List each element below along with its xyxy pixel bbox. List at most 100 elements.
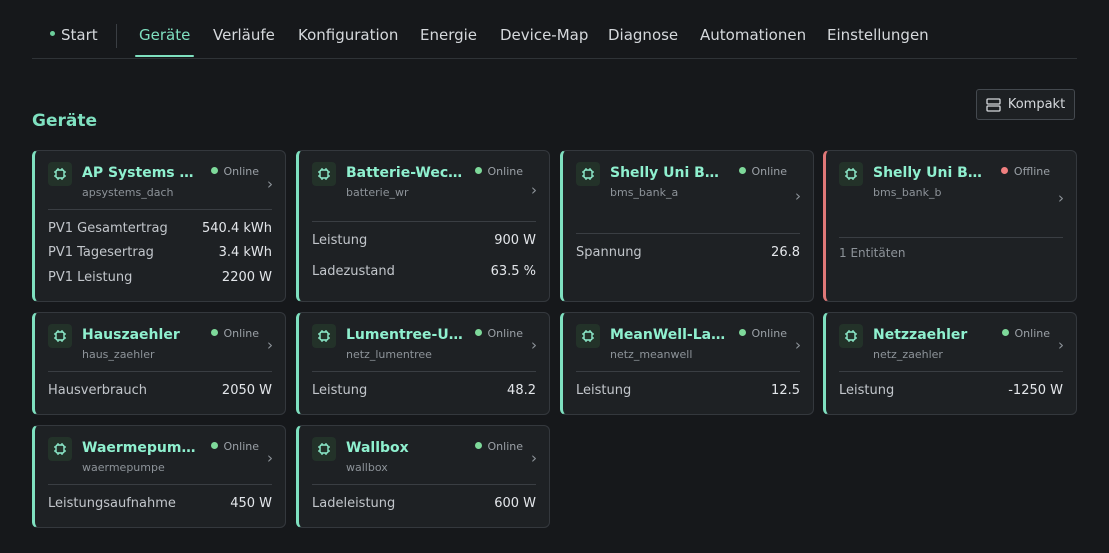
- chevron-right-icon[interactable]: ›: [267, 449, 273, 467]
- entity-row: Leistungsaufnahme 450 W: [48, 496, 272, 511]
- entity-label: Ladeleistung: [312, 496, 396, 511]
- entity-label: Hausverbrauch: [48, 383, 147, 398]
- status-badge: Offline: [1000, 165, 1050, 178]
- device-name: Lumentree-U...: [346, 327, 464, 343]
- device-id: bms_bank_a: [610, 186, 679, 199]
- status-label: Online: [487, 440, 523, 453]
- nav-item-energie[interactable]: Energie: [420, 26, 477, 44]
- device-card[interactable]: AP Systems EZ... apsystems_dach Online ›…: [32, 150, 286, 302]
- entity-row: Leistung 12.5: [576, 383, 800, 398]
- entity-row: Ladeleistung 600 W: [312, 496, 536, 511]
- compact-button-label: Kompakt: [1007, 97, 1066, 112]
- chevron-right-icon[interactable]: ›: [531, 449, 537, 467]
- chip-icon: [576, 324, 600, 348]
- entity-value: -1250 W: [1008, 383, 1063, 398]
- chevron-right-icon[interactable]: ›: [531, 181, 537, 199]
- nav-item-device-map[interactable]: Device-Map: [500, 26, 588, 44]
- nav-item-einstellungen[interactable]: Einstellungen: [827, 26, 929, 44]
- entity-row: Leistung 48.2: [312, 383, 536, 398]
- chip-icon: [576, 162, 600, 186]
- device-card[interactable]: Shelly Uni Ban... bms_bank_a Online › Sp…: [560, 150, 814, 302]
- status-label: Online: [223, 327, 259, 340]
- entity-value: 2200 W: [221, 270, 272, 285]
- card-divider: [48, 371, 272, 372]
- chip-icon: [312, 324, 336, 348]
- device-card[interactable]: Waermepumpe waermepumpe Online › Leistun…: [32, 425, 286, 528]
- device-card[interactable]: Lumentree-U... netz_lumentree Online › L…: [296, 312, 550, 415]
- device-card[interactable]: Shelly Uni Ban... bms_bank_b Offline › 1…: [823, 150, 1077, 302]
- nav-item-start[interactable]: Start: [50, 26, 98, 44]
- chip-icon: [312, 437, 336, 461]
- chevron-right-icon[interactable]: ›: [1058, 336, 1064, 354]
- device-card[interactable]: Netzzaehler netz_zaehler Online › Leistu…: [823, 312, 1077, 415]
- device-id: netz_meanwell: [610, 348, 693, 361]
- entity-row: PV1 Leistung 2200 W: [48, 270, 272, 285]
- status-dot-icon: [210, 442, 218, 449]
- device-id: wallbox: [346, 461, 388, 474]
- entity-value: 3.4 kWh: [218, 245, 272, 260]
- entity-row: Hausverbrauch 2050 W: [48, 383, 272, 398]
- card-divider: [839, 371, 1063, 372]
- device-card[interactable]: Batterie-Wech... batterie_wr Online › Le…: [296, 150, 550, 302]
- status-dot-icon: [474, 329, 482, 336]
- device-name: Hauszaehler: [82, 327, 180, 343]
- status-label: Offline: [1013, 165, 1050, 178]
- device-name: Batterie-Wech...: [346, 165, 464, 181]
- status-label: Online: [1014, 327, 1050, 340]
- device-card[interactable]: Wallbox wallbox Online › Ladeleistung 600…: [296, 425, 550, 528]
- entity-row: Leistung -1250 W: [839, 383, 1063, 398]
- chip-icon: [839, 324, 863, 348]
- status-dot-icon: [738, 167, 746, 174]
- status-badge: Online: [738, 327, 787, 340]
- chevron-right-icon[interactable]: ›: [531, 336, 537, 354]
- card-divider: [48, 209, 272, 210]
- chip-icon: [48, 162, 72, 186]
- page-title: Geräte: [32, 111, 97, 131]
- compact-toggle-button[interactable]: Kompakt: [976, 89, 1075, 120]
- card-divider: [312, 371, 536, 372]
- nav-item-diagnose[interactable]: Diagnose: [608, 26, 678, 44]
- status-label: Online: [751, 165, 787, 178]
- device-id: waermepumpe: [82, 461, 165, 474]
- entity-label: Spannung: [576, 245, 642, 260]
- device-name: Waermepumpe: [82, 440, 200, 456]
- device-id: bms_bank_b: [873, 186, 942, 199]
- entity-value: 600 W: [494, 496, 536, 511]
- chip-icon: [48, 437, 72, 461]
- device-card[interactable]: MeanWell-Lad... netz_meanwell Online › L…: [560, 312, 814, 415]
- chevron-right-icon[interactable]: ›: [267, 175, 273, 193]
- entity-value: 900 W: [494, 233, 536, 248]
- card-divider: [312, 221, 536, 222]
- chevron-right-icon[interactable]: ›: [1058, 189, 1064, 207]
- status-badge: Online: [738, 165, 787, 178]
- card-divider: [312, 484, 536, 485]
- device-id: apsystems_dach: [82, 186, 174, 199]
- device-id: haus_zaehler: [82, 348, 155, 361]
- card-divider: [576, 371, 800, 372]
- chevron-right-icon[interactable]: ›: [795, 336, 801, 354]
- entity-value: 26.8: [771, 245, 800, 260]
- status-badge: Online: [210, 165, 259, 178]
- status-badge: Online: [1001, 327, 1050, 340]
- entity-label: Leistungsaufnahme: [48, 496, 176, 511]
- device-card[interactable]: Hauszaehler haus_zaehler Online › Hausve…: [32, 312, 286, 415]
- entity-value: 48.2: [507, 383, 536, 398]
- device-id: netz_lumentree: [346, 348, 432, 361]
- entity-row: Leistung 900 W: [312, 233, 536, 248]
- card-divider: [839, 237, 1063, 238]
- chevron-right-icon[interactable]: ›: [267, 336, 273, 354]
- nav-item-verlaeufe[interactable]: Verläufe: [213, 26, 275, 44]
- nav-item-konfiguration[interactable]: Konfiguration: [298, 26, 398, 44]
- chip-icon: [48, 324, 72, 348]
- status-label: Online: [223, 165, 259, 178]
- nav-item-automationen[interactable]: Automationen: [700, 26, 806, 44]
- entity-label: Leistung: [839, 383, 895, 398]
- entity-value: 450 W: [230, 496, 272, 511]
- device-name: Wallbox: [346, 440, 409, 456]
- chevron-right-icon[interactable]: ›: [795, 187, 801, 205]
- device-name: AP Systems EZ...: [82, 165, 200, 181]
- status-dot-icon: [474, 442, 482, 449]
- status-badge: Online: [474, 327, 523, 340]
- nav-item-geraete[interactable]: Geräte: [134, 26, 195, 57]
- status-label: Online: [487, 327, 523, 340]
